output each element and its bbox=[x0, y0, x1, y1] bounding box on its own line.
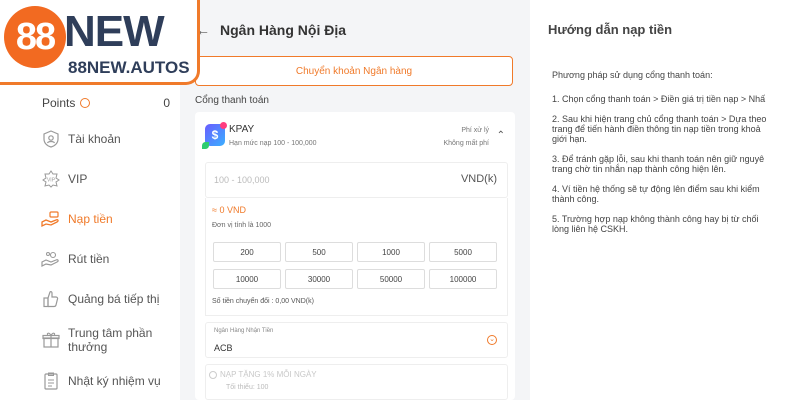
promo-min: Tối thiểu: 100 bbox=[226, 384, 269, 391]
promotion-hand-icon bbox=[40, 288, 62, 310]
sidebar-item-rewards[interactable]: Trung tâm phần thưởng bbox=[40, 326, 180, 354]
amount-chip[interactable]: 200 bbox=[213, 242, 281, 262]
fee-value: Không mất phí bbox=[443, 140, 489, 147]
guide-paragraph: 5. Trường hợp nạp không thành công hay b… bbox=[552, 214, 759, 234]
chevron-up-icon[interactable]: ⌃ bbox=[497, 130, 505, 141]
guide-paragraph: 2. Sau khi hiện trang chủ cổng thanh toá… bbox=[552, 114, 767, 144]
withdraw-hand-icon bbox=[40, 248, 62, 270]
gift-icon bbox=[40, 329, 62, 351]
brand-logo[interactable]: 88 NEW 88NEW.AUTOS bbox=[0, 0, 200, 85]
amount-chip[interactable]: 5000 bbox=[429, 242, 497, 262]
deposit-hand-icon bbox=[40, 208, 62, 230]
deposit-page: 88 NEW 88NEW.AUTOS Points 0 Tài khoản VI… bbox=[0, 0, 800, 400]
guide-paragraph: 1. Chọn cổng thanh toán > Điền giá trị t… bbox=[552, 94, 766, 104]
promotion-option[interactable]: NẠP TẶNG 1% MỖI NGÀY Tối thiểu: 100 bbox=[205, 364, 508, 400]
amount-chip[interactable]: 1000 bbox=[357, 242, 425, 262]
points-label: Points bbox=[42, 96, 76, 110]
receiving-bank-select[interactable]: Ngân Hàng Nhận Tiền ACB ⌄ bbox=[205, 322, 508, 358]
guide-title: Hướng dẫn nạp tiền bbox=[548, 22, 673, 37]
sidebar-item-withdraw[interactable]: Rút tiền bbox=[40, 248, 180, 270]
user-shield-icon bbox=[40, 128, 62, 150]
converted-amount: Số tiền chuyển đổi : 0,00 VND(k) bbox=[212, 298, 314, 305]
page-title: Ngân Hàng Nội Địa bbox=[220, 22, 347, 38]
sidebar-item-label: Rút tiền bbox=[68, 252, 110, 266]
approx-amount: ≈ 0 VND bbox=[212, 205, 246, 215]
logo-domain: 88NEW.AUTOS bbox=[68, 58, 190, 77]
chevron-down-circle-icon: ⌄ bbox=[487, 335, 497, 345]
guide-paragraph: 3. Để tránh gặp lỗi, sau khi thanh toán … bbox=[552, 154, 765, 174]
amount-chip[interactable]: 500 bbox=[285, 242, 353, 262]
sidebar-item-account[interactable]: Tài khoản bbox=[40, 128, 180, 150]
promo-radio[interactable] bbox=[209, 371, 217, 379]
bank-transfer-tab[interactable]: Chuyển khoản Ngân hàng bbox=[195, 56, 513, 86]
bank-label: Ngân Hàng Nhận Tiền bbox=[214, 328, 274, 334]
amount-chip[interactable]: 30000 bbox=[285, 269, 353, 289]
sidebar-item-vip[interactable]: VIP VIP bbox=[40, 168, 180, 190]
sidebar-item-task-log[interactable]: Nhật ký nhiệm vụ bbox=[40, 370, 180, 392]
amount-chip[interactable]: 100000 bbox=[429, 269, 497, 289]
sidebar-item-label: Trung tâm phần thưởng bbox=[68, 326, 153, 354]
amount-unit: VND(k) bbox=[460, 173, 497, 185]
amount-placeholder: 100 - 100,000 bbox=[214, 175, 270, 185]
sidebar-item-label: Quảng bá tiếp thị bbox=[68, 292, 160, 306]
deposit-header: ← Ngân Hàng Nội Địa bbox=[196, 22, 346, 38]
sidebar-item-label: Nạp tiền bbox=[68, 212, 113, 226]
fee-label: Phí xử lý bbox=[461, 127, 489, 134]
task-list-icon bbox=[40, 370, 62, 392]
amount-input[interactable]: 100 - 100,000 VND(k) bbox=[205, 162, 508, 198]
promo-title: NẠP TẶNG 1% MỖI NGÀY bbox=[220, 370, 317, 379]
amount-chip[interactable]: 50000 bbox=[357, 269, 425, 289]
points-row: Points 0 bbox=[42, 96, 170, 110]
sidebar-item-label: Nhật ký nhiệm vụ bbox=[68, 374, 161, 388]
gateway-fee: Phí xử lý Không mất phí bbox=[443, 124, 489, 150]
amount-chip[interactable]: 10000 bbox=[213, 269, 281, 289]
gateway-name: KPAY bbox=[229, 124, 255, 135]
kpay-logo-icon: $ bbox=[202, 122, 227, 149]
logo-word: NEW bbox=[64, 7, 165, 56]
sidebar-item-label: Tài khoản bbox=[68, 132, 121, 146]
guide-body: Phương pháp sử dụng cổng thanh toán: 1. … bbox=[552, 70, 800, 244]
bank-value: ACB bbox=[214, 343, 233, 353]
gateway-option-kpay[interactable]: $ KPAY Hạn mức nạp 100 - 100,000 Phí xử … bbox=[202, 120, 505, 154]
logo-mark: 88 bbox=[4, 6, 66, 68]
gateway-label: Cổng thanh toán bbox=[195, 95, 269, 106]
guide-paragraph: Phương pháp sử dụng cổng thanh toán: bbox=[552, 70, 713, 80]
sidebar-item-deposit[interactable]: Nạp tiền bbox=[40, 208, 180, 230]
clock-icon bbox=[80, 98, 91, 108]
vip-badge-icon: VIP bbox=[40, 168, 62, 190]
svg-text:VIP: VIP bbox=[47, 178, 56, 184]
gateway-limit: Hạn mức nạp 100 - 100,000 bbox=[229, 140, 317, 147]
guide-paragraph: 4. Ví tiền hệ thống sẽ tự động lên điểm … bbox=[552, 184, 760, 204]
points-value: 0 bbox=[163, 96, 170, 110]
sidebar-item-promotion[interactable]: Quảng bá tiếp thị bbox=[40, 288, 180, 310]
sidebar-item-label: VIP bbox=[68, 172, 88, 186]
unit-note: Đơn vị tính là 1000 bbox=[212, 222, 272, 229]
